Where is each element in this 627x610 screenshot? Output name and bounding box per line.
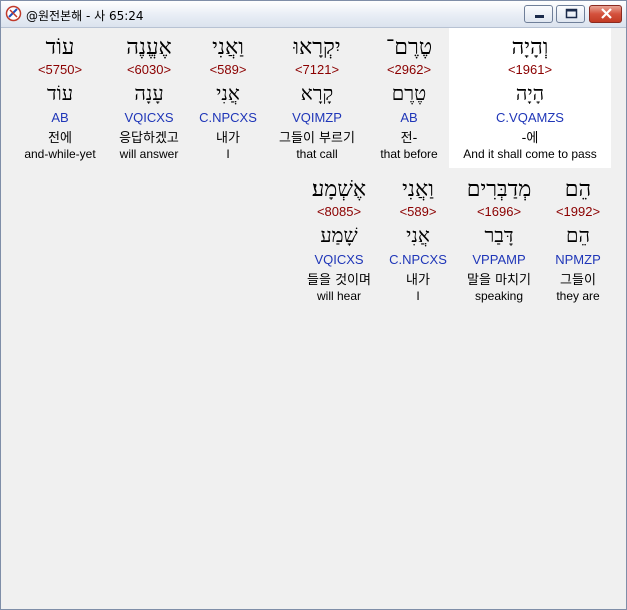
strong-number[interactable]: <589> (382, 204, 454, 219)
interlinear-panel: וְהָיָה <1961> הָיָה C.VQAMZS -에 And it … (6, 28, 622, 606)
word-cell[interactable]: וַאֲנִי <589> אֲנִי C.NPCXS 내가 I (382, 170, 454, 310)
word-cell[interactable]: אֶעֱנֶה <6030> עָנָה VQICXS 응답하겠고 will a… (106, 28, 192, 168)
english-gloss: that before (380, 147, 438, 161)
close-icon (601, 8, 612, 19)
korean-gloss: 응답하겠고 (119, 131, 179, 146)
parsing-code: C.VQAMZS (496, 110, 564, 125)
english-gloss: will answer (119, 147, 179, 161)
korean-gloss: 그들이 부르기 (279, 131, 355, 146)
maximize-icon (565, 8, 578, 19)
hebrew-root: עוֹד (46, 81, 74, 105)
hebrew-root: עָנָה (134, 81, 164, 105)
hebrew-root: קָרָא (300, 81, 334, 105)
window-title: @원전본해 - 사 65:24 (26, 9, 144, 23)
word-cell[interactable]: אֶשְׁמָע׃ <8085> שָׁמַע VQICXS 들을 것이며 wi… (296, 170, 382, 310)
hebrew-word: וְהָיָה (511, 35, 549, 60)
strong-number[interactable]: <5750> (14, 62, 106, 77)
strong-number[interactable]: <7121> (264, 62, 370, 77)
app-window: @원전본해 - 사 65:24 וְהָיָה <1961> הָיָה C.V… (0, 0, 627, 610)
parsing-code: NPMZP (555, 252, 601, 267)
word-cell[interactable]: וְהָיָה <1961> הָיָה C.VQAMZS -에 And it … (449, 28, 611, 168)
english-gloss: will hear (316, 289, 361, 303)
hebrew-root: אֲנִי (406, 223, 430, 247)
english-gloss: that call (296, 147, 338, 161)
korean-gloss: 전- (400, 131, 418, 146)
hebrew-word: טֶרֶם־ (385, 35, 433, 60)
strong-number[interactable]: <8085> (296, 204, 382, 219)
korean-gloss: 내가 (216, 131, 240, 146)
maximize-button[interactable] (556, 5, 585, 23)
english-gloss: I (416, 289, 420, 303)
close-button[interactable] (589, 5, 622, 23)
hebrew-root: אֲנִי (216, 81, 240, 105)
korean-gloss: 말을 마치기 (467, 273, 531, 288)
minimize-icon (535, 15, 544, 18)
hebrew-word: אֶשְׁמָע׃ (311, 177, 367, 202)
strong-number[interactable]: <6030> (106, 62, 192, 77)
korean-gloss: -에 (521, 131, 539, 146)
hebrew-root: הָיָה (515, 81, 545, 105)
english-gloss: and-while-yet (24, 147, 96, 161)
hebrew-word: אֶעֱנֶה (126, 35, 172, 60)
hebrew-root: שָׁמַע (320, 223, 358, 247)
english-gloss: speaking (474, 289, 524, 303)
strong-number[interactable]: <1696> (452, 204, 546, 219)
english-gloss: they are (556, 289, 600, 303)
parsing-code: AB (400, 110, 418, 125)
hebrew-root: דָּבַר (484, 223, 514, 247)
word-cell[interactable]: הֵם <1992> הֵם NPMZP 그들이 they are (546, 170, 610, 310)
word-cell[interactable]: וַאֲנִי <589> אֲנִי C.NPCXS 내가 I (192, 28, 264, 168)
korean-gloss: 들을 것이며 (307, 273, 371, 288)
parsing-code: AB (51, 110, 69, 125)
korean-gloss: 그들이 (560, 273, 596, 288)
word-cell[interactable]: עוֹד <5750> עוֹד AB 전에 and-while-yet (14, 28, 106, 168)
word-cell[interactable]: טֶרֶם־ <2962> טֶרֶם AB 전- that before (370, 28, 448, 168)
hebrew-word: יִקְרָאוּ (293, 35, 341, 60)
hebrew-word: עוֹד (45, 35, 75, 60)
english-gloss: I (226, 147, 230, 161)
parsing-code: VQICXS (314, 252, 364, 267)
hebrew-word: וַאֲנִי (212, 35, 244, 60)
parsing-code: VQICXS (124, 110, 174, 125)
strong-number[interactable]: <1961> (449, 62, 611, 77)
word-cell[interactable]: יִקְרָאוּ <7121> קָרָא VQIMZP 그들이 부르기 th… (264, 28, 370, 168)
word-cell[interactable]: מְדַבְּרִים <1696> דָּבַר VPPAMP 말을 마치기 … (452, 170, 546, 310)
hebrew-root: הֵם (566, 223, 590, 247)
korean-gloss: 전에 (48, 131, 72, 146)
parsing-code: C.NPCXS (199, 110, 257, 125)
parsing-code: VQIMZP (292, 110, 342, 125)
hebrew-word: הֵם (564, 177, 592, 202)
hebrew-root: טֶרֶם (391, 81, 427, 105)
korean-gloss: 내가 (406, 273, 430, 288)
parsing-code: C.NPCXS (389, 252, 447, 267)
strong-number[interactable]: <2962> (370, 62, 448, 77)
app-icon (5, 5, 22, 22)
english-gloss: And it shall come to pass (463, 147, 597, 161)
hebrew-word: מְדַבְּרִים (466, 177, 532, 202)
minimize-button[interactable] (524, 5, 553, 23)
parsing-code: VPPAMP (472, 252, 526, 267)
strong-number[interactable]: <589> (192, 62, 264, 77)
title-bar[interactable]: @원전본해 - 사 65:24 (1, 1, 626, 28)
strong-number[interactable]: <1992> (546, 204, 610, 219)
hebrew-word: וַאֲנִי (402, 177, 434, 202)
